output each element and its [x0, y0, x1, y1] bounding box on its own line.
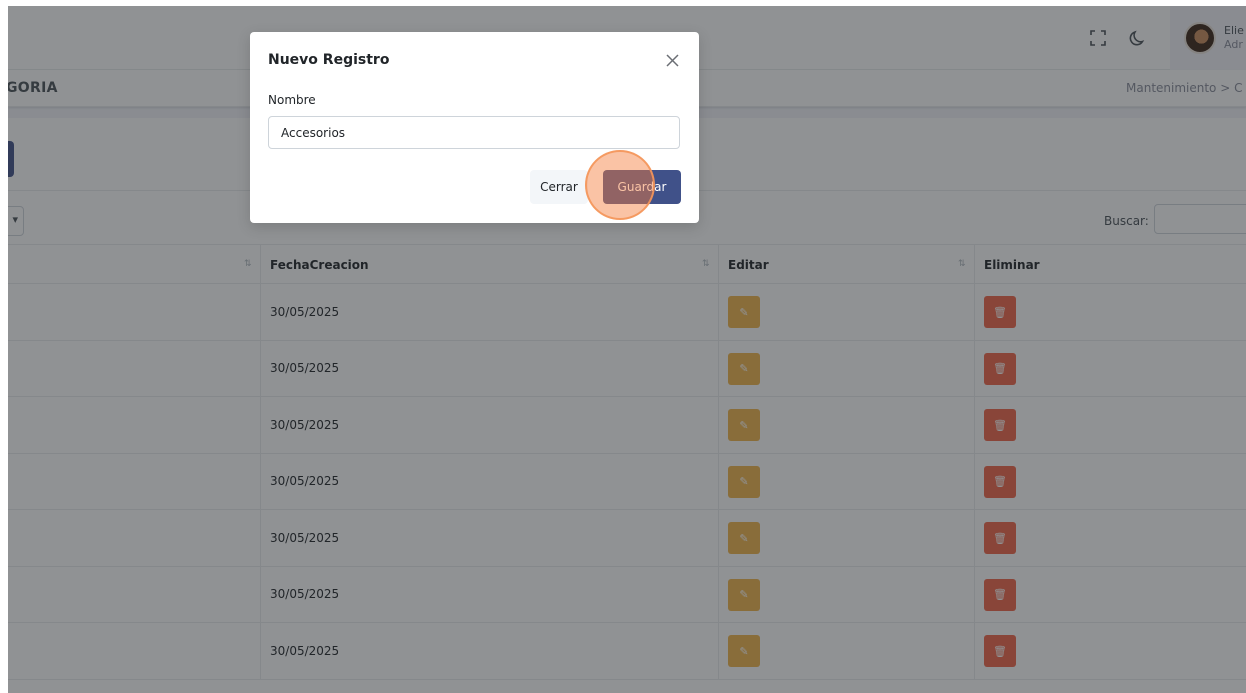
cerrar-button[interactable]: Cerrar	[530, 170, 588, 204]
nombre-label: Nombre	[268, 93, 316, 107]
new-record-modal: Nuevo Registro Nombre Cerrar Guardar	[250, 32, 699, 223]
guardar-button[interactable]: Guardar	[603, 170, 681, 204]
close-icon[interactable]	[662, 50, 682, 70]
app-frame: Elie Adr GORIA Mantenimiento > C ▾ Busca…	[8, 6, 1246, 693]
nombre-input[interactable]	[268, 116, 680, 149]
modal-title: Nuevo Registro	[268, 52, 390, 68]
